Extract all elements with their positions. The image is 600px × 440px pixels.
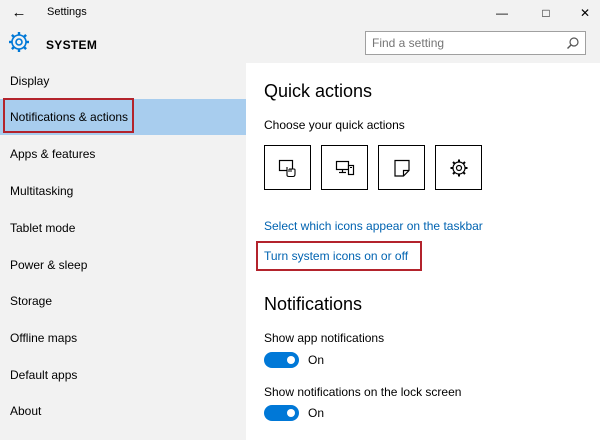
connect-icon [335, 160, 355, 176]
quick-action-tile-connect[interactable] [321, 145, 368, 190]
section-title: SYSTEM [46, 38, 98, 52]
quick-actions-heading: Quick actions [264, 81, 373, 101]
search-box[interactable] [365, 31, 586, 55]
sidebar-item-label: Storage [10, 294, 53, 308]
sidebar-item-label: About [10, 404, 42, 418]
lock-screen-notifications-state: On [308, 406, 325, 420]
sidebar-item-label: Power & sleep [10, 258, 88, 272]
note-icon [394, 159, 410, 177]
app-notifications-state: On [308, 353, 325, 367]
notifications-heading: Notifications [264, 294, 363, 314]
link-system-icons-on-off[interactable]: Turn system icons on or off [264, 249, 408, 263]
tablet-mode-icon [278, 159, 296, 178]
back-arrow-icon[interactable]: ← [8, 3, 30, 23]
sidebar: Display Notifications & actions Apps & f… [0, 63, 246, 440]
toggle-knob [287, 356, 295, 364]
maximize-button[interactable]: □ [531, 0, 561, 27]
sidebar-item-label: Offline maps [10, 331, 78, 345]
search-icon[interactable] [566, 36, 580, 50]
main-content: Quick actions Choose your quick actions [246, 63, 600, 440]
app-notifications-label: Show app notifications [264, 331, 385, 345]
quick-actions-subheading: Choose your quick actions [264, 118, 405, 132]
quick-action-tile-note[interactable] [378, 145, 425, 190]
sidebar-item-power-sleep[interactable]: Power & sleep [0, 247, 246, 283]
sidebar-item-offline-maps[interactable]: Offline maps [0, 320, 246, 356]
toggle-knob [287, 409, 295, 417]
lock-screen-notifications-label: Show notifications on the lock screen [264, 385, 462, 399]
sidebar-item-label: Display [10, 74, 50, 88]
system-gear-icon [9, 32, 29, 52]
sidebar-item-about[interactable]: About [0, 393, 246, 429]
minimize-button[interactable]: — [487, 0, 517, 27]
lock-screen-notifications-toggle[interactable] [264, 405, 299, 421]
quick-action-tile-settings[interactable] [435, 145, 482, 190]
link-select-taskbar-icons[interactable]: Select which icons appear on the taskbar [264, 219, 483, 233]
sidebar-item-label: Apps & features [10, 147, 96, 161]
title-bar: ← Settings — □ ✕ [0, 0, 600, 27]
sidebar-item-multitasking[interactable]: Multitasking [0, 173, 246, 209]
highlight-box-notifications [3, 98, 134, 133]
sidebar-item-display[interactable]: Display [0, 63, 246, 99]
window-title: Settings [47, 6, 87, 18]
settings-icon [450, 159, 468, 177]
sidebar-item-apps-features[interactable]: Apps & features [0, 136, 246, 172]
quick-action-tile-tablet-mode[interactable] [264, 145, 311, 190]
sidebar-item-label: Multitasking [10, 184, 74, 198]
sidebar-item-label: Default apps [10, 368, 78, 382]
search-input[interactable] [372, 32, 562, 54]
sidebar-item-default-apps[interactable]: Default apps [0, 357, 246, 393]
close-button[interactable]: ✕ [570, 0, 600, 27]
app-notifications-toggle[interactable] [264, 352, 299, 368]
settings-header: SYSTEM [0, 27, 600, 63]
sidebar-item-label: Tablet mode [10, 221, 76, 235]
sidebar-item-tablet-mode[interactable]: Tablet mode [0, 210, 246, 246]
sidebar-item-storage[interactable]: Storage [0, 283, 246, 319]
